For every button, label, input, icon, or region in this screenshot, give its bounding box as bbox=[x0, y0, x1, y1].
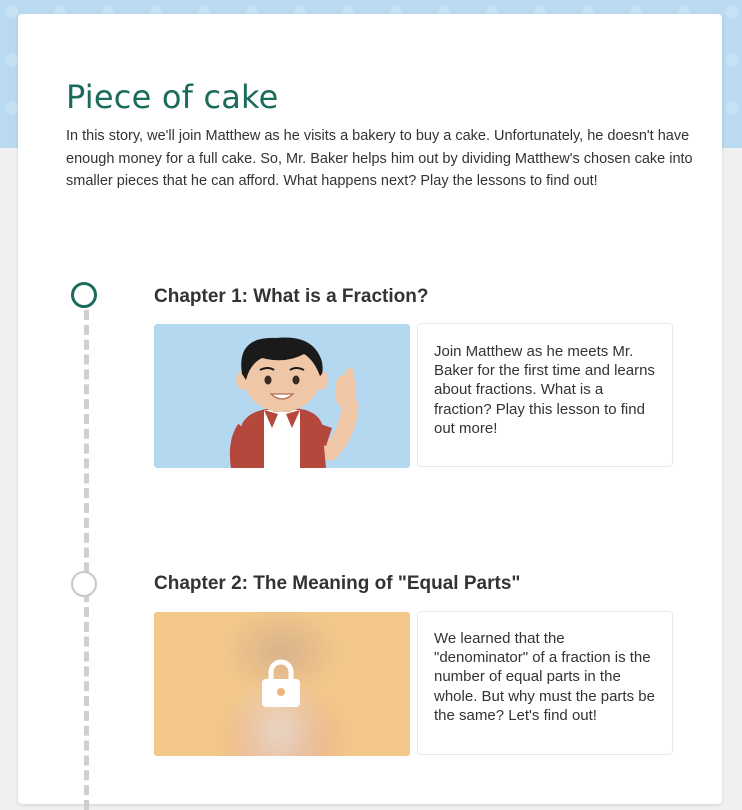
chapter-1-title[interactable]: Chapter 1: What is a Fraction? bbox=[154, 286, 428, 308]
chapter-1-description: Join Matthew as he meets Mr. Baker for t… bbox=[434, 343, 655, 437]
story-card: Piece of cake In this story, we'll join … bbox=[18, 14, 722, 810]
chapter-1-thumbnail[interactable] bbox=[154, 324, 410, 468]
lock-icon bbox=[262, 659, 300, 707]
chapter-1-progress-node bbox=[71, 282, 97, 308]
chapter-1-description-card[interactable]: Join Matthew as he meets Mr. Baker for t… bbox=[417, 323, 673, 467]
chapter-2-thumbnail-locked[interactable] bbox=[154, 612, 410, 756]
story-description: In this story, we'll join Matthew as he … bbox=[66, 128, 693, 189]
boy-waving-illustration bbox=[229, 337, 359, 468]
timeline-dashed-line bbox=[84, 310, 89, 810]
story-title: Piece of cake bbox=[66, 78, 279, 116]
chapter-2-progress-node bbox=[71, 571, 97, 597]
chapter-2-description-card[interactable]: We learned that the "denominator" of a f… bbox=[417, 611, 673, 755]
chapter-2-title[interactable]: Chapter 2: The Meaning of "Equal Parts" bbox=[154, 573, 520, 595]
chapter-2-description: We learned that the "denominator" of a f… bbox=[434, 630, 655, 724]
